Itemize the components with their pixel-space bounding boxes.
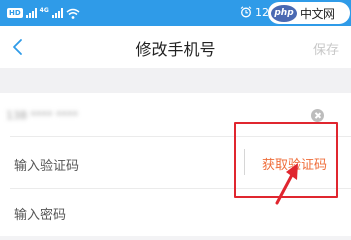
pointer-arrow-icon (275, 163, 298, 205)
